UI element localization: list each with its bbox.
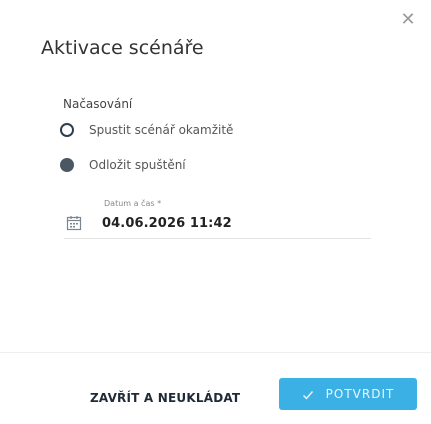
datetime-field-label: Datum a čas * xyxy=(104,199,162,208)
close-without-saving-button[interactable]: ZAVŘÍT A NEUKLÁDAT xyxy=(90,387,240,409)
radio-delay-start-label: Odložit spuštění xyxy=(89,158,186,172)
radio-run-now-label: Spustit scénář okamžitě xyxy=(89,123,234,137)
radio-delay-start[interactable]: Odložit spuštění xyxy=(60,158,186,172)
dialog-title: Aktivace scénáře xyxy=(41,37,204,59)
timing-section-label: Načasování xyxy=(63,97,133,111)
radio-unselected-icon[interactable] xyxy=(60,123,74,137)
check-icon xyxy=(302,388,314,400)
datetime-value[interactable]: 04.06.2026 11:42 xyxy=(102,216,232,231)
close-icon[interactable]: ✕ xyxy=(399,10,417,28)
confirm-button[interactable]: POTVRDIT xyxy=(279,378,417,410)
calendar-icon[interactable] xyxy=(66,215,82,231)
radio-run-now[interactable]: Spustit scénář okamžitě xyxy=(60,123,233,137)
footer-divider xyxy=(0,352,431,353)
confirm-button-label: POTVRDIT xyxy=(325,387,395,401)
radio-selected-icon[interactable] xyxy=(60,158,74,172)
activation-dialog: ✕ Aktivace scénáře Načasování Spustit sc… xyxy=(0,0,431,424)
datetime-field[interactable]: 04.06.2026 11:42 xyxy=(64,208,371,239)
